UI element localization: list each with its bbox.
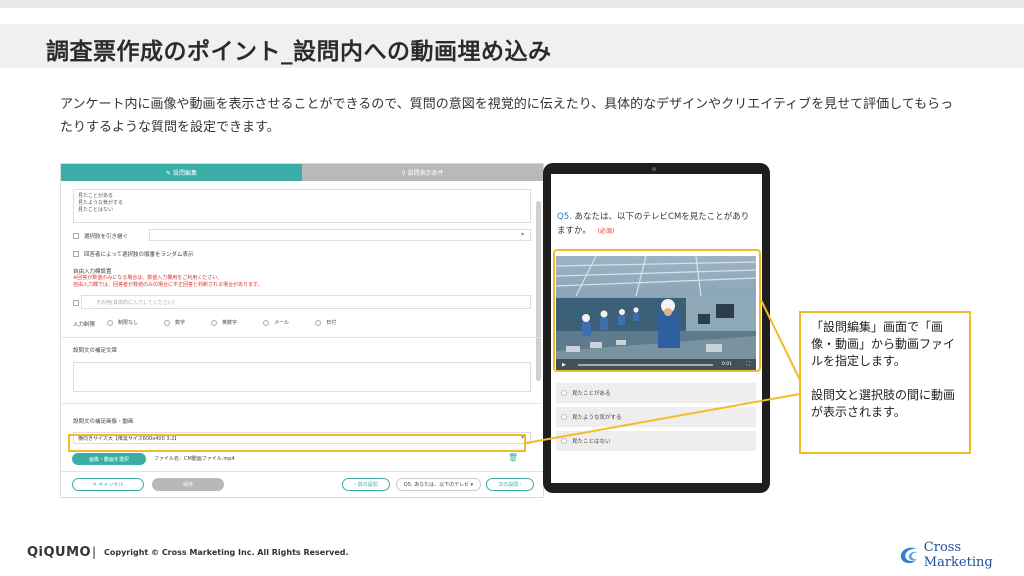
callout-box: 「設問編集」画面で「画像・動画」から動画ファイルを指定します。 設問文と選択肢の… xyxy=(799,311,971,454)
callout-connectors xyxy=(525,299,801,444)
callout-line-2: 設問文と選択肢の間に動画が表示されます。 xyxy=(811,388,956,419)
copyright-text: Copyright © Cross Marketing Inc. All Rig… xyxy=(104,548,349,557)
callout-line-1: 「設問編集」画面で「画像・動画」から動画ファイルを指定します。 xyxy=(811,320,956,368)
cross-marketing-swoosh-icon xyxy=(900,547,918,564)
footer-separator: | xyxy=(92,545,97,559)
qiqumo-logo: QiQUMO xyxy=(27,545,92,560)
company-name: Cross Marketing xyxy=(923,540,993,570)
cross-marketing-logo: Cross Marketing xyxy=(898,540,1024,570)
slide: 調査票作成のポイント_設問内への動画埋め込み アンケート内に画像や動画を表示させ… xyxy=(0,0,1024,576)
